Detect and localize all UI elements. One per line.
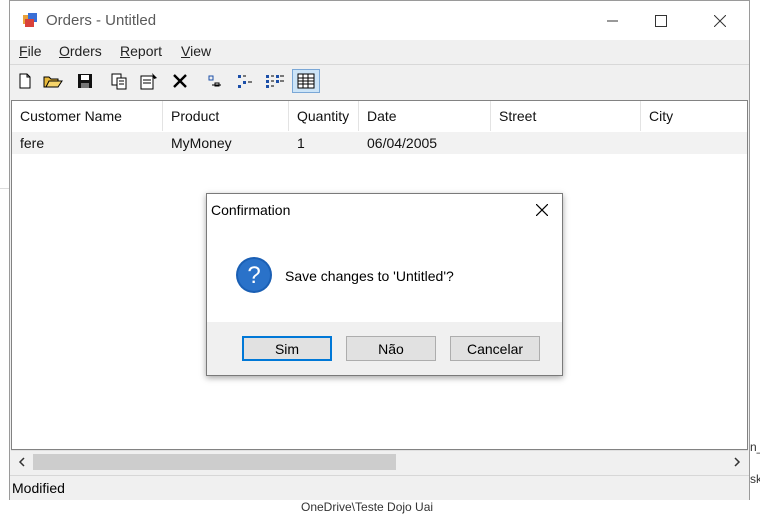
- large-icons-button[interactable]: [203, 69, 227, 93]
- horizontal-scrollbar[interactable]: [11, 450, 748, 473]
- new-icon: [19, 73, 31, 89]
- details-icon: [297, 73, 315, 89]
- details-button[interactable]: [292, 69, 320, 93]
- column-header-product[interactable]: Product: [163, 101, 289, 131]
- new-button[interactable]: [13, 69, 37, 93]
- status-bar: Modified: [10, 475, 749, 500]
- small-icons-icon: [238, 75, 252, 88]
- menu-file[interactable]: File: [19, 43, 42, 59]
- cell-customer-name: fere: [20, 135, 45, 151]
- copy-button[interactable]: [107, 69, 131, 93]
- column-header-street[interactable]: Street: [491, 101, 641, 131]
- cell-quantity: 1: [297, 135, 305, 151]
- toolbar: [10, 65, 749, 99]
- properties-icon: [140, 73, 157, 90]
- menu-view[interactable]: View: [181, 43, 211, 59]
- save-icon: [78, 74, 92, 88]
- copy-icon: [111, 73, 127, 90]
- properties-button[interactable]: [137, 69, 161, 93]
- background-path-text: OneDrive\Teste Dojo Uai: [301, 500, 434, 514]
- small-icons-button[interactable]: [233, 69, 257, 93]
- column-header-quantity[interactable]: Quantity: [289, 101, 359, 131]
- delete-icon: [173, 74, 187, 88]
- delete-button[interactable]: [168, 69, 192, 93]
- dialog-close-button[interactable]: [530, 200, 554, 220]
- question-icon: ?: [236, 257, 272, 293]
- column-header-customer-name[interactable]: Customer Name: [12, 101, 163, 131]
- status-text: Modified: [12, 480, 65, 496]
- column-header-city[interactable]: City: [641, 101, 747, 131]
- scroll-left-button[interactable]: [13, 454, 31, 470]
- app-icon: [23, 13, 37, 27]
- list-icon: [266, 75, 284, 88]
- svg-text:?: ?: [247, 262, 260, 289]
- cancel-button[interactable]: Cancelar: [450, 336, 540, 361]
- large-icons-icon: [208, 75, 221, 87]
- cell-product: MyMoney: [171, 135, 232, 151]
- close-button[interactable]: [691, 1, 749, 40]
- cell-city: [641, 132, 747, 154]
- cell-street: [491, 132, 641, 154]
- dialog-title: Confirmation: [211, 202, 291, 218]
- close-icon: [714, 14, 726, 27]
- save-button[interactable]: [73, 69, 97, 93]
- open-icon: [43, 76, 63, 88]
- open-button[interactable]: [41, 69, 65, 93]
- close-icon: [536, 204, 548, 216]
- dialog-button-area: Sim Não Cancelar: [207, 322, 562, 375]
- scrollbar-thumb[interactable]: [33, 454, 396, 470]
- cell-date: 06/04/2005: [367, 135, 438, 151]
- chevron-right-icon: [734, 457, 741, 467]
- chevron-left-icon: [18, 457, 25, 467]
- background-text: n_: [750, 440, 760, 454]
- column-header-date[interactable]: Date: [359, 101, 491, 131]
- confirmation-dialog: Confirmation ? Save changes to 'Untitled…: [206, 193, 563, 376]
- title-bar[interactable]: Orders - Untitled: [10, 1, 749, 40]
- yes-button[interactable]: Sim: [242, 336, 332, 361]
- maximize-icon: [655, 14, 667, 27]
- menu-orders[interactable]: Orders: [59, 43, 102, 59]
- background-text: sk: [750, 472, 760, 486]
- scroll-right-button[interactable]: [728, 454, 746, 470]
- no-button[interactable]: Não: [346, 336, 436, 361]
- menu-report[interactable]: Report: [120, 43, 162, 59]
- dialog-message: Save changes to 'Untitled'?: [285, 268, 454, 284]
- table-row[interactable]: fere MyMoney 1 06/04/2005: [12, 132, 747, 154]
- window-title: Orders - Untitled: [46, 12, 157, 29]
- maximize-button[interactable]: [632, 1, 690, 40]
- minimize-icon: [607, 20, 618, 21]
- list-button[interactable]: [263, 69, 287, 93]
- menu-bar: File Orders Report View: [10, 40, 749, 65]
